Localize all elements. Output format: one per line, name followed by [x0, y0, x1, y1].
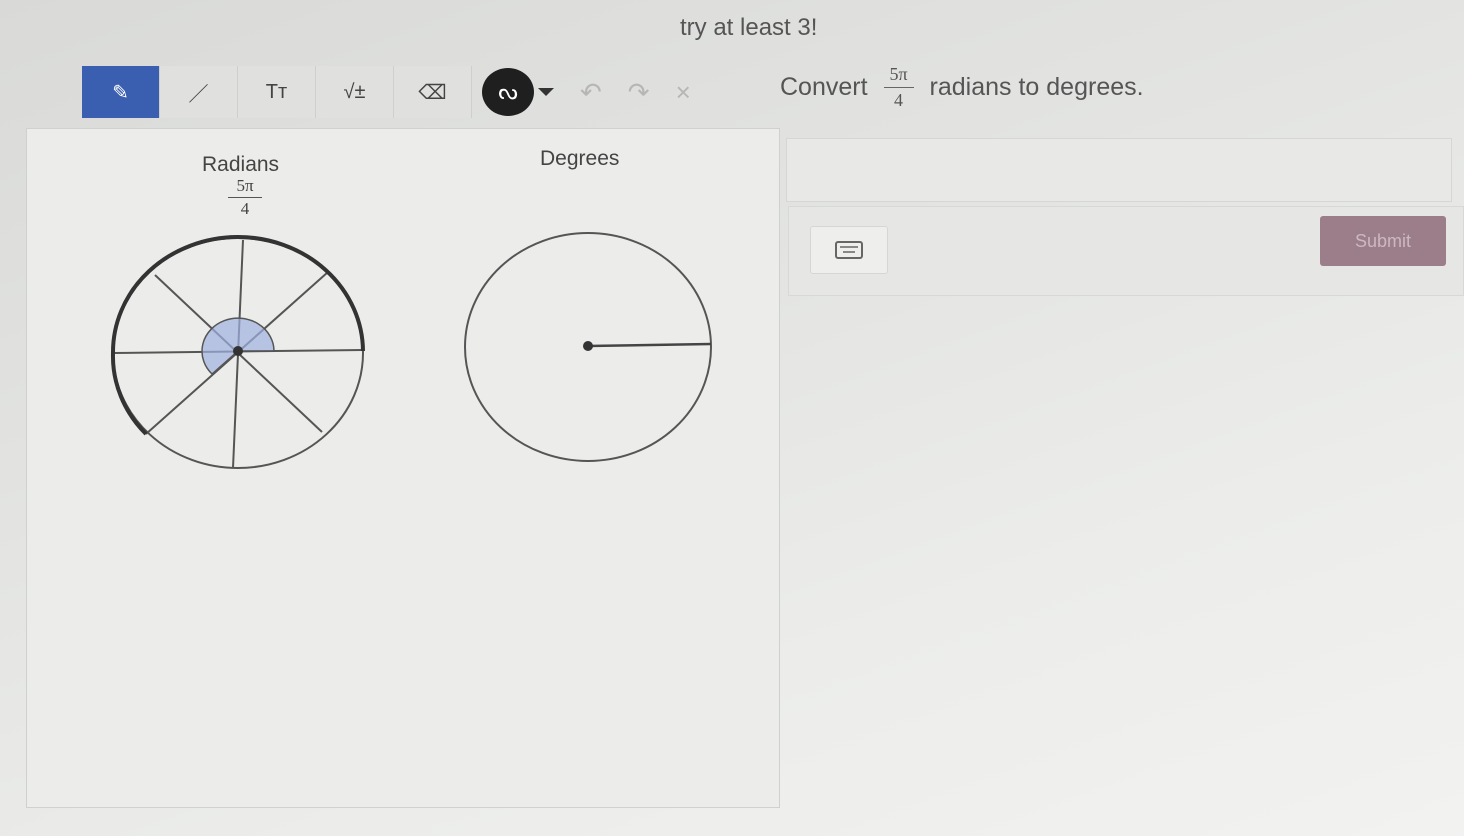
answer-input[interactable]: [786, 138, 1452, 202]
keyboard-toggle-button[interactable]: [810, 226, 888, 274]
degrees-circle: [464, 232, 712, 462]
keyboard-icon: [835, 241, 863, 259]
submit-button[interactable]: Submit: [1320, 216, 1446, 266]
circle-diagrams: [110, 232, 712, 469]
radians-circle: [110, 235, 365, 469]
